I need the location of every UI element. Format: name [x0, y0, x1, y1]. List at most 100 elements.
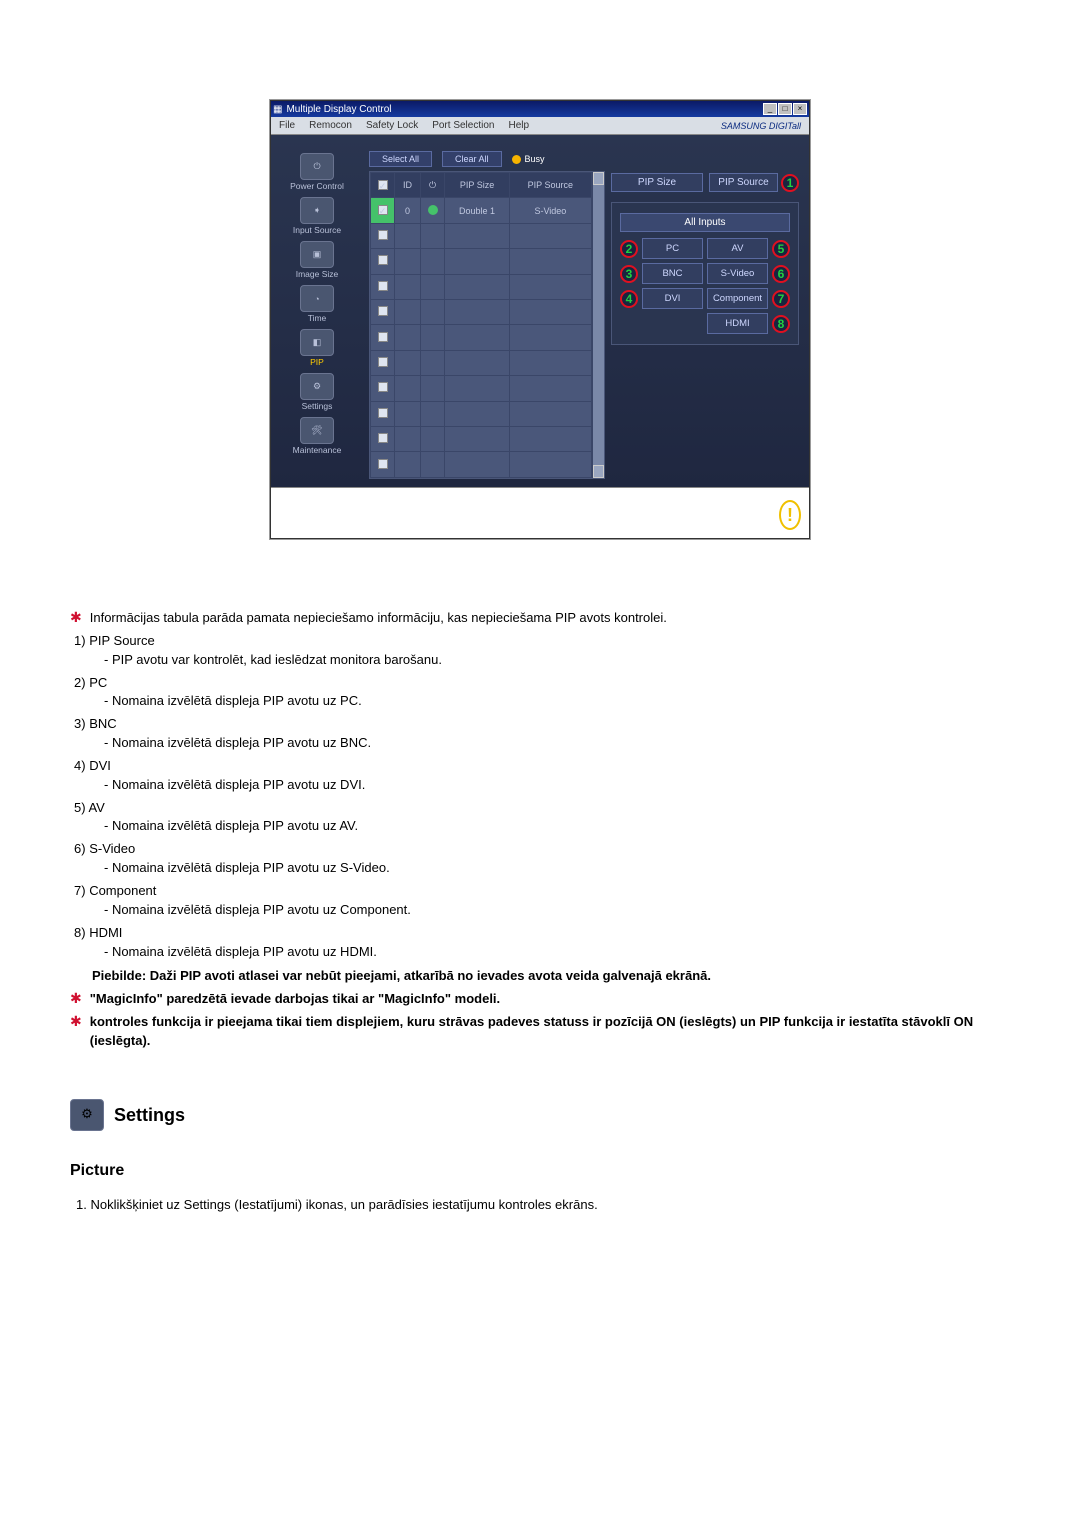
picture-item-1: 1. Noklikšķiniet uz Settings (Iestatījum… [76, 1196, 1010, 1215]
sidebar-item-pip[interactable]: ◧ PIP [276, 329, 358, 371]
sidebar-item-time[interactable]: ◔ Time [276, 285, 358, 327]
star-icon: ✱ [70, 990, 82, 1009]
doc-intro: Informācijas tabula parāda pamata nepiec… [90, 609, 667, 628]
row-checkbox[interactable] [371, 350, 395, 375]
pip-panel: PIP Size PIP Source 1 All Inputs 2 PC AV… [611, 151, 799, 479]
grid-header-power[interactable]: ⏻ [421, 173, 445, 198]
table-row[interactable] [371, 376, 592, 401]
table-row[interactable] [371, 274, 592, 299]
grid-header-id[interactable]: ID [395, 173, 421, 198]
callout-4: 4 [620, 290, 638, 308]
table-row[interactable] [371, 223, 592, 248]
row-checkbox[interactable] [371, 223, 395, 248]
table-row[interactable] [371, 249, 592, 274]
window-titlebar: ▦ Multiple Display Control _ □ × [271, 101, 809, 117]
doc-item-3: 3) BNC - Nomaina izvēlētā displeja PIP a… [74, 715, 1010, 753]
menu-help[interactable]: Help [508, 120, 529, 131]
sidebar-label: Power Control [290, 181, 344, 191]
sidebar-item-image-size[interactable]: ▣ Image Size [276, 241, 358, 283]
info-button[interactable]: ! [779, 500, 801, 530]
scroll-up-button[interactable] [593, 172, 604, 185]
app-window: ▦ Multiple Display Control _ □ × File Re… [270, 100, 810, 539]
row-pip-source: S-Video [510, 198, 592, 223]
hdmi-button[interactable]: HDMI [707, 313, 768, 334]
callout-7: 7 [772, 290, 790, 308]
document-body: ✱ Informācijas tabula parāda pamata nepi… [70, 609, 1010, 1215]
display-grid: ✓ ID ⏻ PIP Size PIP Source ✓ 0 Double 1 … [369, 171, 605, 479]
menu-port-selection[interactable]: Port Selection [432, 120, 494, 131]
doc-note: Piebilde: Daži PIP avoti atlasei var neb… [92, 967, 1010, 986]
table-row[interactable]: ✓ 0 Double 1 S-Video [371, 198, 592, 223]
doc-item-8: 8) HDMI - Nomaina izvēlētā displeja PIP … [74, 924, 1010, 962]
close-button[interactable]: × [793, 103, 807, 115]
maximize-button[interactable]: □ [778, 103, 792, 115]
all-inputs-title: All Inputs [620, 213, 790, 232]
pip-source-header[interactable]: PIP Source [709, 173, 778, 192]
svideo-button[interactable]: S-Video [707, 263, 768, 284]
row-checkbox[interactable] [371, 300, 395, 325]
row-checkbox[interactable] [371, 376, 395, 401]
settings-icon: ⚙ [70, 1099, 104, 1131]
table-row[interactable] [371, 452, 592, 478]
doc-item-4: 4) DVI - Nomaina izvēlētā displeja PIP a… [74, 757, 1010, 795]
clear-all-button[interactable]: Clear All [442, 151, 502, 167]
time-icon: ◔ [300, 285, 334, 312]
input-icon: ➧ [300, 197, 334, 224]
doc-item-7: 7) Component - Nomaina izvēlētā displeja… [74, 882, 1010, 920]
row-checkbox[interactable] [371, 274, 395, 299]
imagesize-icon: ▣ [300, 241, 334, 268]
dvi-button[interactable]: DVI [642, 288, 703, 309]
sidebar: ⏻ Power Control ➧ Input Source ▣ Image S… [271, 135, 363, 487]
busy-indicator: Busy [512, 154, 545, 164]
doc-star3: kontroles funkcija ir pieejama tikai tie… [90, 1013, 1010, 1051]
scroll-down-button[interactable] [593, 465, 604, 478]
doc-item-5: 5) AV - Nomaina izvēlētā displeja PIP av… [74, 799, 1010, 837]
status-strip: ! [271, 487, 809, 538]
sidebar-label: Maintenance [293, 445, 342, 455]
toolbar: Select All Clear All Busy [369, 151, 605, 167]
window-title: Multiple Display Control [286, 104, 391, 115]
callout-8: 8 [772, 315, 790, 333]
row-checkbox[interactable] [371, 325, 395, 350]
table-row[interactable] [371, 300, 592, 325]
doc-item-1: 1) PIP Source - PIP avotu var kontrolēt,… [74, 632, 1010, 670]
row-checkbox[interactable] [371, 401, 395, 426]
pip-icon: ◧ [300, 329, 334, 356]
bnc-button[interactable]: BNC [642, 263, 703, 284]
sidebar-item-input-source[interactable]: ➧ Input Source [276, 197, 358, 239]
sidebar-label: Time [308, 313, 327, 323]
settings-section: ⚙ Settings Picture 1. Noklikšķiniet uz S… [70, 1099, 1010, 1215]
row-checkbox[interactable] [371, 452, 395, 478]
menu-remocon[interactable]: Remocon [309, 120, 352, 131]
all-inputs-group: All Inputs 2 PC AV 5 3 BNC S-Video 6 4 D… [611, 202, 799, 345]
app-icon: ▦ [273, 104, 282, 115]
row-checkbox[interactable] [371, 427, 395, 452]
row-checkbox[interactable] [371, 249, 395, 274]
sidebar-item-settings[interactable]: ⚙ Settings [276, 373, 358, 415]
table-row[interactable] [371, 401, 592, 426]
content-area: Select All Clear All Busy ✓ ID ⏻ PIP Siz… [363, 135, 809, 487]
doc-item-2: 2) PC - Nomaina izvēlētā displeja PIP av… [74, 674, 1010, 712]
table-row[interactable] [371, 350, 592, 375]
sidebar-item-power[interactable]: ⏻ Power Control [276, 153, 358, 195]
pip-size-header[interactable]: PIP Size [611, 173, 703, 192]
row-checkbox[interactable]: ✓ [371, 198, 395, 223]
minimize-button[interactable]: _ [763, 103, 777, 115]
grid-header-pip-size[interactable]: PIP Size [445, 173, 510, 198]
table-row[interactable] [371, 427, 592, 452]
pc-button[interactable]: PC [642, 238, 703, 259]
callout-5: 5 [772, 240, 790, 258]
table-row[interactable] [371, 325, 592, 350]
grid-header-pip-source[interactable]: PIP Source [510, 173, 592, 198]
star-icon: ✱ [70, 1013, 82, 1051]
grid-header-checkbox[interactable]: ✓ [371, 173, 395, 198]
menu-bar: File Remocon Safety Lock Port Selection … [271, 117, 809, 135]
sidebar-item-maintenance[interactable]: 🛠 Maintenance [276, 417, 358, 459]
component-button[interactable]: Component [707, 288, 768, 309]
select-all-button[interactable]: Select All [369, 151, 432, 167]
menu-file[interactable]: File [279, 120, 295, 131]
menu-safety-lock[interactable]: Safety Lock [366, 120, 418, 131]
av-button[interactable]: AV [707, 238, 768, 259]
settings-icon: ⚙ [300, 373, 334, 400]
grid-scrollbar[interactable] [592, 172, 604, 478]
